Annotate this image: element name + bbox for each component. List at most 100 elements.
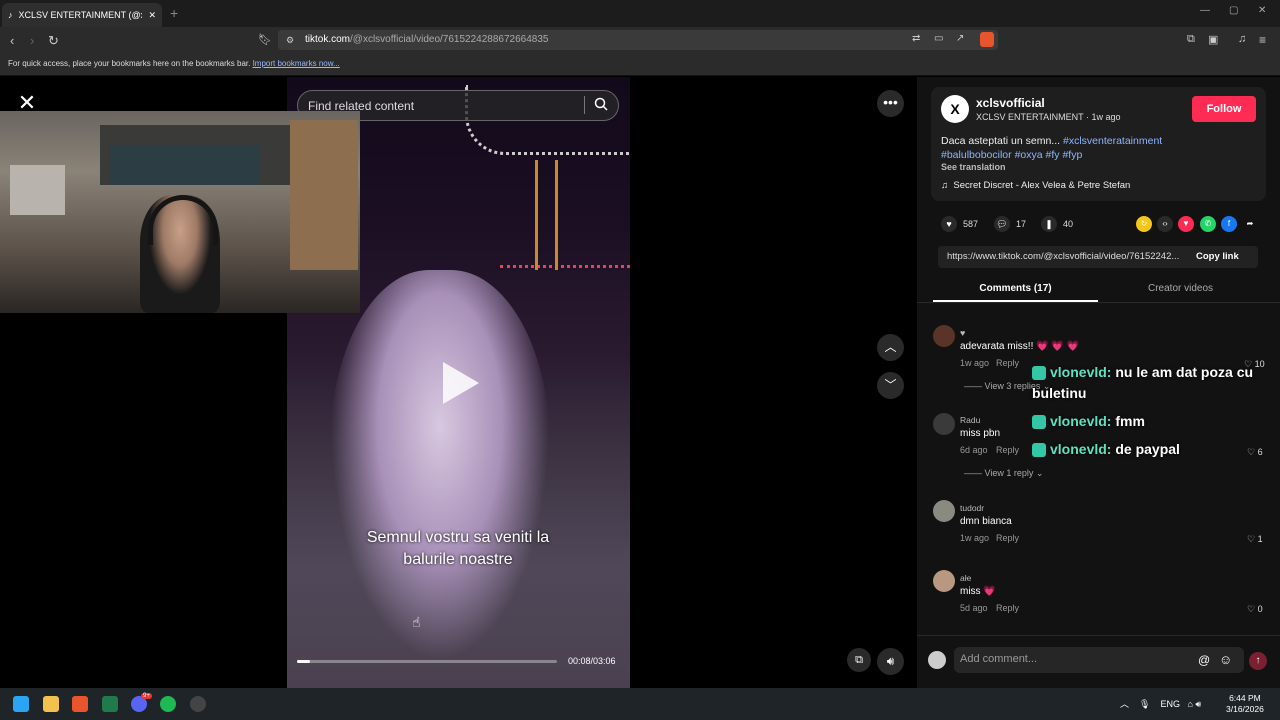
spotify-icon[interactable]	[160, 696, 176, 712]
hashtag-link[interactable]: #oxya	[1015, 149, 1043, 161]
emoji-icon[interactable]: ☺	[1219, 652, 1232, 667]
commenter-avatar[interactable]	[933, 500, 955, 522]
comment-age: 6d ago	[960, 445, 988, 455]
chat-username: vlonevld:	[1050, 441, 1112, 457]
comment-like[interactable]: ♡ 0	[1247, 604, 1263, 615]
cast-icon[interactable]: ▭	[934, 33, 943, 44]
commenter-name[interactable]: tudodr	[960, 503, 984, 513]
send-icon[interactable]: ▼	[1178, 216, 1194, 232]
video-progress-track[interactable]	[297, 660, 557, 663]
desc-text: Daca asteptati un semn...	[941, 135, 1063, 147]
comment-stat[interactable]: 💬︎ 17	[994, 216, 1026, 232]
browser-tab[interactable]: ♪ XCLSV ENTERTAINMENT (@xclsv ✕	[2, 3, 162, 27]
volume-icon[interactable]: 🔊︎	[877, 648, 904, 675]
comment-like-count: 1	[1257, 534, 1263, 544]
close-window-button[interactable]: ✕	[1258, 5, 1266, 16]
see-translation-link[interactable]: See translation	[941, 162, 1006, 172]
media-icon[interactable]: ♫	[1238, 33, 1246, 45]
comment-icon[interactable]: 💬︎	[994, 216, 1010, 232]
embed-icon[interactable]: ‹›	[1157, 216, 1173, 232]
copy-link-button[interactable]: Copy link	[1196, 251, 1239, 262]
excel-icon[interactable]	[102, 696, 118, 712]
tray-chevron-icon[interactable]: ︿	[1120, 699, 1129, 709]
chat-badge-icon	[1032, 415, 1046, 430]
post-link[interactable]: https://www.tiktok.com/@xclsvofficial/vi…	[947, 251, 1192, 262]
video-progress-fill	[297, 660, 310, 663]
file-explorer-icon[interactable]	[43, 696, 59, 712]
commenter-name[interactable]: ałe	[960, 573, 971, 583]
commenter-avatar[interactable]	[933, 413, 955, 435]
comment-age: 1w ago	[960, 358, 990, 368]
facebook-icon[interactable]: f	[1221, 216, 1237, 232]
save-stat[interactable]: ❚ 40	[1041, 216, 1073, 232]
brave-icon[interactable]	[72, 696, 88, 712]
hashtag-link[interactable]: #fy	[1046, 149, 1060, 161]
extensions-icon[interactable]: ⧉	[1187, 33, 1195, 46]
like-stat[interactable]: ♥ 587	[941, 216, 978, 232]
mic-icon[interactable]: 🎙︎	[1139, 699, 1150, 709]
music-link[interactable]: ♫ Secret Discret - Alex Velea & Petre St…	[941, 180, 1130, 191]
chat-badge-icon	[1032, 443, 1046, 458]
hashtag-link[interactable]: #xclsventeratainment	[1063, 135, 1162, 147]
next-video-icon[interactable]: ﹀	[877, 372, 904, 399]
new-tab-button[interactable]: +	[170, 5, 178, 21]
tab-bar	[0, 0, 1280, 27]
creator-avatar[interactable]: X	[941, 95, 969, 123]
tab-creator-videos[interactable]: Creator videos	[1098, 283, 1263, 294]
windows-start-icon[interactable]	[13, 696, 29, 712]
minimize-button[interactable]: —	[1200, 5, 1210, 16]
translate-icon[interactable]: ⇄	[912, 33, 920, 44]
reply-button[interactable]: Reply	[996, 533, 1019, 543]
tab-title: XCLSV ENTERTAINMENT (@xclsv	[18, 10, 143, 20]
bookmarks-hint: For quick access, place your bookmarks h…	[8, 59, 251, 68]
forward-icon[interactable]: ›	[30, 33, 34, 48]
more-options-icon[interactable]: •••	[877, 90, 904, 117]
taskbar-clock[interactable]: 6:44 PM 3/16/2026	[1226, 693, 1264, 715]
brave-shield-icon[interactable]	[980, 32, 994, 47]
play-icon[interactable]	[443, 362, 479, 404]
url-text[interactable]: tiktok.com/@xclsvofficial/video/76152242…	[305, 34, 548, 45]
commenter-avatar[interactable]	[933, 325, 955, 347]
follow-button[interactable]: Follow	[1192, 96, 1256, 122]
view-replies-button[interactable]: —— View 1 reply ⌄	[964, 468, 1043, 479]
video-caption: Semnul vostru sa veniti la balurile noas…	[290, 527, 626, 571]
maximize-button[interactable]: ▢	[1229, 5, 1238, 16]
bookmark-icon[interactable]: ❚	[1041, 216, 1057, 232]
previous-video-icon[interactable]: ︿	[877, 334, 904, 361]
reply-button[interactable]: Reply	[996, 445, 1019, 455]
hashtag-link[interactable]: #balulbobocilor	[941, 149, 1012, 161]
menu-icon[interactable]: ≡	[1259, 33, 1266, 47]
mention-icon[interactable]: @	[1198, 653, 1210, 667]
chat-username: vlonevld:	[1050, 364, 1112, 380]
back-icon[interactable]: ‹	[10, 33, 14, 48]
speaker-icon[interactable]: 🔊︎	[1195, 699, 1201, 709]
site-info-icon[interactable]: ⚙	[286, 35, 294, 46]
webcam-shelf	[10, 165, 65, 215]
network-icon[interactable]: ⌂	[1188, 699, 1193, 709]
commenter-name[interactable]: Radu	[960, 415, 980, 425]
reply-button[interactable]: Reply	[996, 358, 1019, 368]
comment-like[interactable]: ♡ 6	[1247, 447, 1263, 458]
reply-button[interactable]: Reply	[996, 603, 1019, 613]
language-indicator[interactable]: ENG	[1160, 699, 1180, 709]
sidebar-icon[interactable]: ▣	[1208, 33, 1218, 46]
comment-like[interactable]: ♡ 1	[1247, 534, 1263, 545]
hashtag-link[interactable]: #fyp	[1062, 149, 1082, 161]
tab-comments[interactable]: Comments (17)	[933, 283, 1098, 294]
creator-username[interactable]: xclsvofficial	[976, 96, 1045, 110]
share-icon[interactable]: ➦	[1242, 216, 1258, 232]
floating-player-icon[interactable]: ⧉	[847, 648, 871, 672]
obs-icon[interactable]	[190, 696, 206, 712]
close-tab-icon[interactable]: ✕	[148, 10, 156, 21]
whatsapp-icon[interactable]: ✆	[1200, 216, 1216, 232]
tab-divider	[917, 302, 1280, 303]
commenter-avatar[interactable]	[933, 570, 955, 592]
reload-icon[interactable]: ↻	[48, 33, 59, 49]
search-icon[interactable]	[594, 97, 608, 111]
import-bookmarks-link[interactable]: Import bookmarks now...	[253, 59, 340, 68]
bookmark-icon[interactable]: 🔖︎	[258, 33, 272, 46]
share-page-icon[interactable]: ↗	[956, 33, 964, 44]
post-comment-icon[interactable]: ↑	[1249, 652, 1267, 670]
heart-icon[interactable]: ♥	[941, 216, 957, 232]
repost-icon[interactable]: ↻	[1136, 216, 1152, 232]
